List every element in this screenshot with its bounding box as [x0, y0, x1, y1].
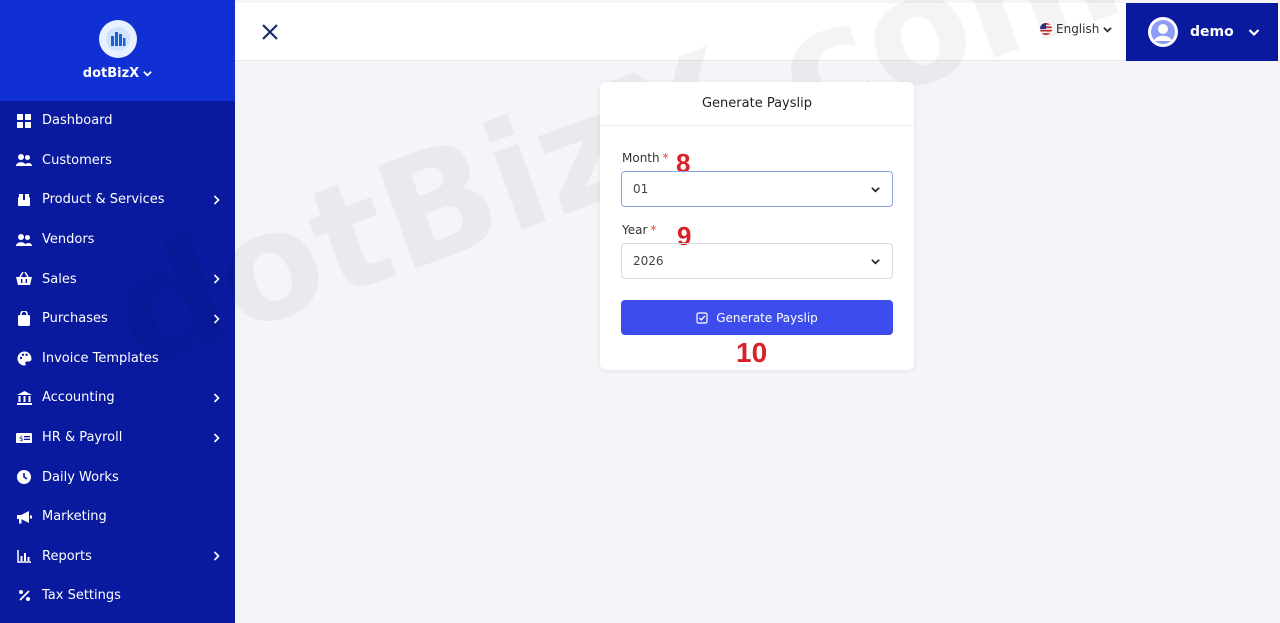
chevron-right-icon [211, 314, 221, 324]
generate-payslip-button-label: Generate Payslip [716, 310, 818, 325]
sidebar-item-label: Product & Services [42, 192, 165, 208]
percent-icon [16, 588, 32, 604]
chevron-right-icon [211, 551, 221, 561]
avatar [1148, 17, 1178, 47]
money-icon: $ [16, 430, 32, 446]
chevron-right-icon [211, 274, 221, 284]
sidebar-item-sales[interactable]: Sales [0, 259, 235, 299]
sidebar-item-accounting[interactable]: Accounting [0, 378, 235, 418]
palette-icon [16, 350, 32, 366]
generate-payslip-card: Generate Payslip Month * 8 01 Year * 9 202… [600, 82, 914, 370]
sidebar-item-reports[interactable]: Reports [0, 537, 235, 577]
month-label: Month * [622, 151, 669, 165]
sidebar-item-daily-works[interactable]: Daily Works [0, 457, 235, 497]
box-icon [16, 192, 32, 208]
basket-icon [16, 271, 32, 287]
sidebar-item-label: HR & Payroll [42, 430, 123, 446]
step-marker-button: 10 [736, 337, 768, 368]
year-value: 2026 [633, 254, 664, 268]
chevron-down-icon [143, 71, 152, 77]
chevron-down-icon [870, 256, 892, 267]
sidebar-item-vendors[interactable]: Vendors [0, 220, 235, 260]
megaphone-icon [16, 509, 32, 525]
sidebar-item-dashboard[interactable]: Dashboard [0, 101, 235, 141]
svg-text:$: $ [19, 435, 23, 443]
sidebar-item-hr-payroll[interactable]: $ HR & Payroll [0, 418, 235, 458]
user-name: demo [1190, 24, 1234, 40]
sidebar-nav: Dashboard Customers Product & Services Vend… [0, 101, 235, 616]
sidebar-item-purchases[interactable]: Purchases [0, 299, 235, 339]
chevron-down-icon [1103, 26, 1113, 33]
close-icon [262, 24, 278, 40]
user-menu[interactable]: demo [1126, 3, 1278, 61]
sidebar-item-label: Reports [42, 548, 92, 564]
clock-icon [16, 469, 32, 485]
sidebar-item-label: Daily Works [42, 469, 119, 485]
chevron-right-icon [211, 393, 221, 403]
sidebar-item-label: Vendors [42, 232, 95, 248]
top-bar: English demo [235, 3, 1280, 61]
chevron-right-icon [211, 432, 221, 443]
sidebar-item-label: Accounting [42, 390, 115, 406]
required-marker: * [650, 223, 657, 237]
chevron-down-icon [870, 184, 892, 195]
month-select[interactable]: 01 [621, 171, 893, 207]
sidebar-item-customers[interactable]: Customers [0, 141, 235, 181]
users-icon [16, 232, 32, 248]
sidebar-item-label: Marketing [42, 509, 107, 525]
brand-name: dotBizX [82, 66, 140, 81]
us-flag-icon [1040, 23, 1052, 35]
sidebar-item-marketing[interactable]: Marketing [0, 497, 235, 537]
bank-icon [16, 390, 32, 406]
sidebar-item-label: Customers [42, 152, 112, 168]
sidebar-item-tax-settings[interactable]: Tax Settings [0, 576, 235, 616]
bag-icon [16, 311, 32, 327]
sidebar-item-label: Invoice Templates [42, 350, 159, 366]
close-sidebar-button[interactable] [261, 23, 279, 41]
sidebar-item-label: Dashboard [42, 113, 113, 129]
required-marker: * [662, 151, 669, 165]
sidebar-item-invoice-templates[interactable]: Invoice Templates [0, 339, 235, 379]
year-label: Year * [622, 223, 656, 237]
brand-switcher[interactable]: dotBizX [83, 66, 152, 81]
chart-icon [16, 548, 32, 564]
user-icon [1151, 20, 1175, 44]
sidebar-item-label: Tax Settings [42, 588, 121, 604]
checkbox-icon [696, 311, 708, 324]
language-selector[interactable]: English [1040, 22, 1113, 36]
language-label: English [1056, 22, 1100, 36]
year-label-text: Year [622, 223, 648, 237]
year-select[interactable]: 2026 [621, 243, 893, 279]
month-value: 01 [633, 182, 649, 196]
card-title: Generate Payslip [600, 82, 914, 126]
sidebar-item-product-services[interactable]: Product & Services [0, 180, 235, 220]
users-icon [16, 152, 32, 168]
sidebar: dotBizX Dashboard Customers Product & Serv… [0, 0, 235, 623]
chevron-down-icon [1248, 29, 1260, 37]
brand-area[interactable]: dotBizX [0, 0, 235, 101]
month-label-text: Month [622, 151, 660, 165]
sidebar-item-label: Sales [42, 271, 77, 287]
sidebar-item-label: Purchases [42, 311, 108, 327]
chevron-right-icon [211, 195, 221, 205]
dashboard-icon [16, 113, 32, 129]
brand-logo-icon [98, 20, 137, 58]
generate-payslip-button[interactable]: Generate Payslip [621, 300, 893, 335]
